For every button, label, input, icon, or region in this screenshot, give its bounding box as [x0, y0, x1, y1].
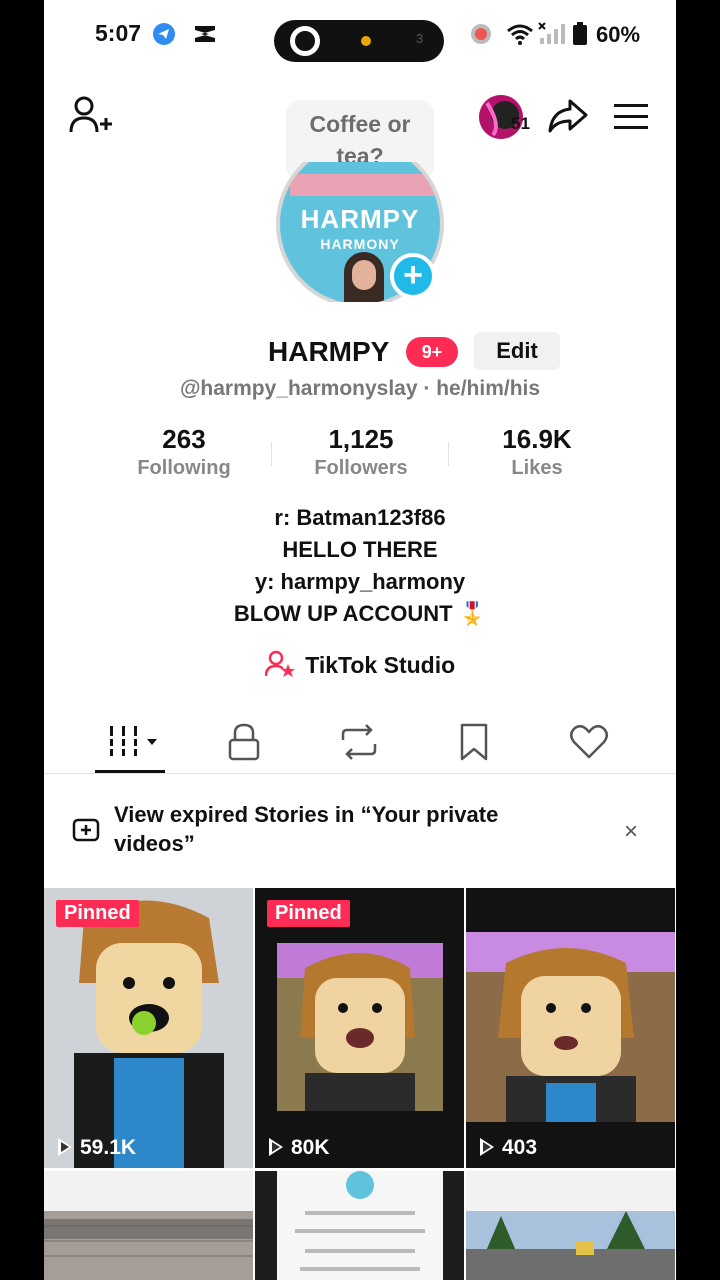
play-icon — [480, 1138, 494, 1156]
video-thumbnail[interactable]: 403 — [466, 888, 675, 1168]
stat-divider — [448, 442, 449, 466]
stat-followers[interactable]: 1,125 Followers — [281, 424, 441, 480]
status-bar: 5:07 3 60% — [44, 0, 676, 70]
profile-bio: r: Batman123f86 HELLO THERE y: harmpy_ha… — [44, 502, 676, 630]
close-icon[interactable]: × — [624, 818, 638, 846]
share-icon[interactable] — [548, 98, 588, 139]
stat-following[interactable]: 263 Following — [104, 424, 264, 480]
stat-likes[interactable]: 16.9K Likes — [457, 424, 617, 480]
bio-line: r: Batman123f86 — [274, 505, 446, 530]
profile-picture-subtitle: HARMONY — [320, 236, 400, 252]
tab-videos[interactable] — [69, 710, 189, 773]
expired-stories-notice[interactable]: View expired Stories in “Your private vi… — [44, 790, 676, 870]
thumbnail-image — [44, 1171, 253, 1280]
stat-label: Followers — [314, 457, 408, 479]
profile-name: HARMPY — [268, 336, 390, 367]
profile-tabs — [44, 710, 676, 774]
stat-divider — [271, 442, 272, 466]
video-thumbnail[interactable] — [44, 1171, 253, 1280]
studio-person-star-icon — [264, 650, 295, 677]
active-tab-underline — [95, 770, 165, 773]
tab-reposts[interactable] — [299, 710, 419, 772]
lock-icon — [228, 723, 260, 761]
tiktok-profile-screen: 5:07 3 60% Coffee or tea? 51 HARMPY HARM… — [44, 0, 676, 1280]
video-thumbnail[interactable]: Pinned 59.1K — [44, 888, 253, 1168]
video-thumbnail[interactable] — [466, 1171, 675, 1280]
heart-icon — [570, 724, 608, 759]
battery-icon — [572, 22, 596, 46]
stories-add-icon — [72, 818, 100, 842]
thumbnail-image — [466, 888, 675, 1168]
grid-icon — [107, 726, 157, 756]
pinned-badge: Pinned — [267, 900, 350, 927]
video-thumbnail[interactable] — [255, 1171, 464, 1280]
play-icon — [58, 1138, 72, 1156]
bio-line: HELLO THERE — [282, 537, 438, 562]
stat-label: Likes — [511, 457, 563, 479]
profile-picture-title: HARMPY — [300, 204, 420, 234]
pill-number: 3 — [416, 31, 424, 46]
recording-dot — [361, 36, 371, 46]
pinned-badge: Pinned — [56, 900, 139, 927]
stat-label: Following — [137, 457, 231, 479]
telegram-icon — [152, 22, 176, 46]
bio-line: y: harmpy_harmony — [254, 569, 466, 594]
view-count: 403 — [480, 1136, 537, 1160]
stat-value: 16.9K — [502, 424, 572, 454]
studio-label: TikTok Studio — [305, 652, 456, 678]
add-friend-icon[interactable] — [68, 96, 112, 141]
camera-icon — [290, 26, 320, 56]
repost-icon — [341, 724, 377, 760]
tab-private[interactable] — [184, 710, 304, 772]
profile-stats: 263 Following 1,125 Followers 16.9K Like… — [44, 424, 676, 484]
add-story-button[interactable]: + — [390, 253, 436, 299]
tab-favorites[interactable] — [414, 710, 534, 772]
tiktok-studio-link[interactable]: TikTok Studio — [44, 650, 676, 679]
thumbnail-image — [255, 1171, 464, 1280]
menu-icon[interactable] — [613, 103, 649, 136]
wifi-icon — [506, 22, 533, 46]
thumbnail-image — [44, 888, 253, 1168]
profile-handle: @harmpy_harmonyslay · he/him/his — [179, 377, 541, 400]
stat-value: 263 — [162, 424, 206, 454]
status-time: 5:07 — [95, 20, 142, 46]
record-icon — [469, 22, 493, 46]
notification-badge[interactable]: 9+ — [406, 337, 458, 367]
video-thumbnail[interactable]: Pinned 80K — [255, 888, 464, 1168]
view-count: 59.1K — [58, 1136, 136, 1160]
tab-liked[interactable] — [529, 710, 649, 772]
signal-icon — [538, 22, 565, 46]
stat-value: 1,125 — [328, 424, 394, 454]
capcut-icon — [192, 22, 216, 46]
edit-profile-button[interactable]: Edit — [474, 332, 560, 370]
view-count: 80K — [269, 1136, 330, 1160]
thumbnail-image — [466, 1171, 675, 1280]
battery-percentage: 60% — [596, 22, 641, 47]
dynamic-island: 3 — [274, 20, 444, 62]
bookmark-icon — [460, 723, 488, 761]
name-row: HARMPY 9+ Edit — [44, 332, 676, 372]
bio-line: BLOW UP ACCOUNT 🎖️ — [233, 601, 487, 626]
story-count: 51 — [511, 114, 530, 133]
thumbnail-image — [255, 888, 464, 1168]
notice-text: View expired Stories in “Your private vi… — [114, 802, 499, 856]
play-icon — [269, 1138, 283, 1156]
